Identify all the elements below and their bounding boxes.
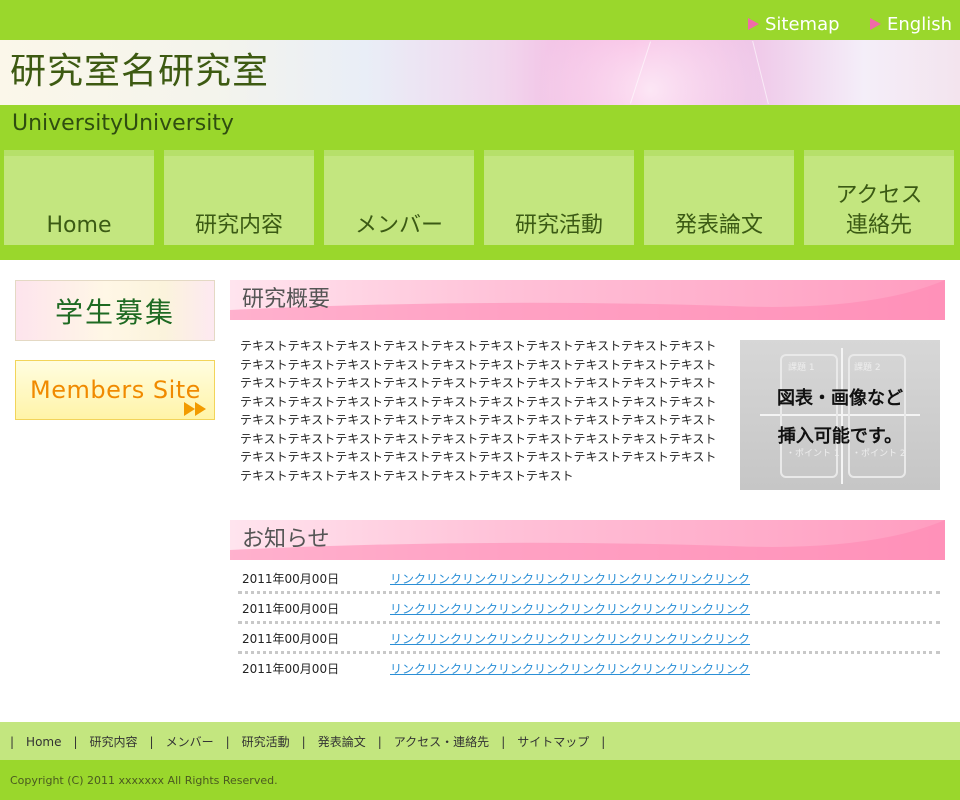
english-link[interactable]: English: [870, 12, 952, 36]
footer-link-sitemap[interactable]: サイトマップ: [517, 734, 589, 750]
news-link[interactable]: リンクリンクリンクリンクリンクリンクリンクリンクリンクリンク: [390, 602, 750, 616]
news-heading-bar: お知らせ: [230, 520, 945, 560]
news-row: 2011年00月00日 リンクリンクリンクリンクリンクリンクリンクリンクリンクリ…: [238, 564, 940, 594]
footer: Copyright (C) 2011 xxxxxxx All Rights Re…: [0, 760, 960, 800]
footer-separator: |: [301, 735, 306, 749]
copyright: Copyright (C) 2011 xxxxxxx All Rights Re…: [10, 774, 278, 787]
nav-research[interactable]: 研究内容: [164, 150, 314, 245]
placeholder-image: 課題 1 課題 2 ・ポイント 1 ・ポイント 2 図表・画像など 挿入可能です…: [740, 340, 940, 490]
footer-separator: |: [501, 735, 506, 749]
image-caption-line2: 挿入可能です。: [777, 426, 903, 447]
image-axis: [841, 348, 843, 484]
footer-separator: |: [601, 735, 606, 749]
image-ghost-text: 課題 1: [788, 363, 815, 373]
image-ghost-text: 課題 2: [854, 363, 881, 373]
footer-separator: |: [73, 735, 78, 749]
sitemap-label: Sitemap: [765, 13, 840, 35]
news-heading: お知らせ: [242, 527, 330, 552]
top-bar: Sitemap English: [0, 0, 960, 40]
news-row: 2011年00月00日 リンクリンクリンクリンクリンクリンクリンクリンクリンクリ…: [238, 594, 940, 624]
news-link[interactable]: リンクリンクリンクリンクリンクリンクリンクリンクリンクリンク: [390, 632, 750, 646]
overview-heading: 研究概要: [242, 287, 331, 312]
news-date: 2011年00月00日: [242, 602, 340, 616]
image-caption-line1: 図表・画像など: [777, 388, 903, 409]
overview-heading-bar: 研究概要: [230, 280, 945, 320]
members-site-label: Members Site: [30, 376, 201, 404]
heading-swoosh: [230, 520, 945, 560]
news-date: 2011年00月00日: [242, 632, 340, 646]
nav-access[interactable]: アクセス 連絡先: [804, 150, 954, 245]
fast-forward-icon: [184, 402, 208, 416]
nav-home[interactable]: Home: [4, 150, 154, 245]
nav-publications[interactable]: 発表論文: [644, 150, 794, 245]
footer-link-home[interactable]: Home: [26, 734, 61, 750]
header-banner: 研究室名研究室: [0, 40, 960, 105]
news-row: 2011年00月00日 リンクリンクリンクリンクリンクリンクリンクリンクリンクリ…: [238, 654, 940, 684]
footer-link-activities[interactable]: 研究活動: [242, 734, 290, 750]
university-name: UniversityUniversity: [12, 111, 234, 136]
lab-title: 研究室名研究室: [10, 51, 270, 92]
footer-nav: | Home | 研究内容 | メンバー | 研究活動 | 発表論文 | アクセス・連絡先 …: [0, 722, 960, 760]
news-row: 2011年00月00日 リンクリンクリンクリンクリンクリンクリンクリンクリンクリ…: [238, 624, 940, 654]
footer-separator: |: [10, 735, 15, 749]
nav-members[interactable]: メンバー: [324, 150, 474, 245]
recruit-banner[interactable]: 学生募集: [15, 280, 215, 341]
footer-separator: |: [377, 735, 382, 749]
footer-separator: |: [149, 735, 154, 749]
footer-link-research[interactable]: 研究内容: [90, 734, 138, 750]
pink-arrow-icon: [748, 18, 759, 30]
english-label: English: [887, 13, 952, 35]
news-date: 2011年00月00日: [242, 662, 340, 676]
footer-link-publications[interactable]: 発表論文: [318, 734, 366, 750]
footer-link-members[interactable]: メンバー: [166, 734, 214, 750]
banner-glow: [520, 40, 780, 105]
overview-text: テキストテキストテキストテキストテキストテキストテキストテキストテキストテキスト…: [240, 339, 717, 483]
news-date: 2011年00月00日: [242, 572, 340, 586]
news-link[interactable]: リンクリンクリンクリンクリンクリンクリンクリンクリンクリンク: [390, 662, 750, 676]
footer-separator: |: [225, 735, 230, 749]
news-link[interactable]: リンクリンクリンクリンクリンクリンクリンクリンクリンクリンク: [390, 572, 750, 586]
nav-activities[interactable]: 研究活動: [484, 150, 634, 245]
members-site-banner[interactable]: Members Site: [15, 360, 215, 420]
heading-swoosh: [230, 280, 945, 320]
footer-link-access[interactable]: アクセス・連絡先: [394, 734, 489, 750]
pink-arrow-icon: [870, 18, 881, 30]
sitemap-link[interactable]: Sitemap: [748, 12, 840, 36]
